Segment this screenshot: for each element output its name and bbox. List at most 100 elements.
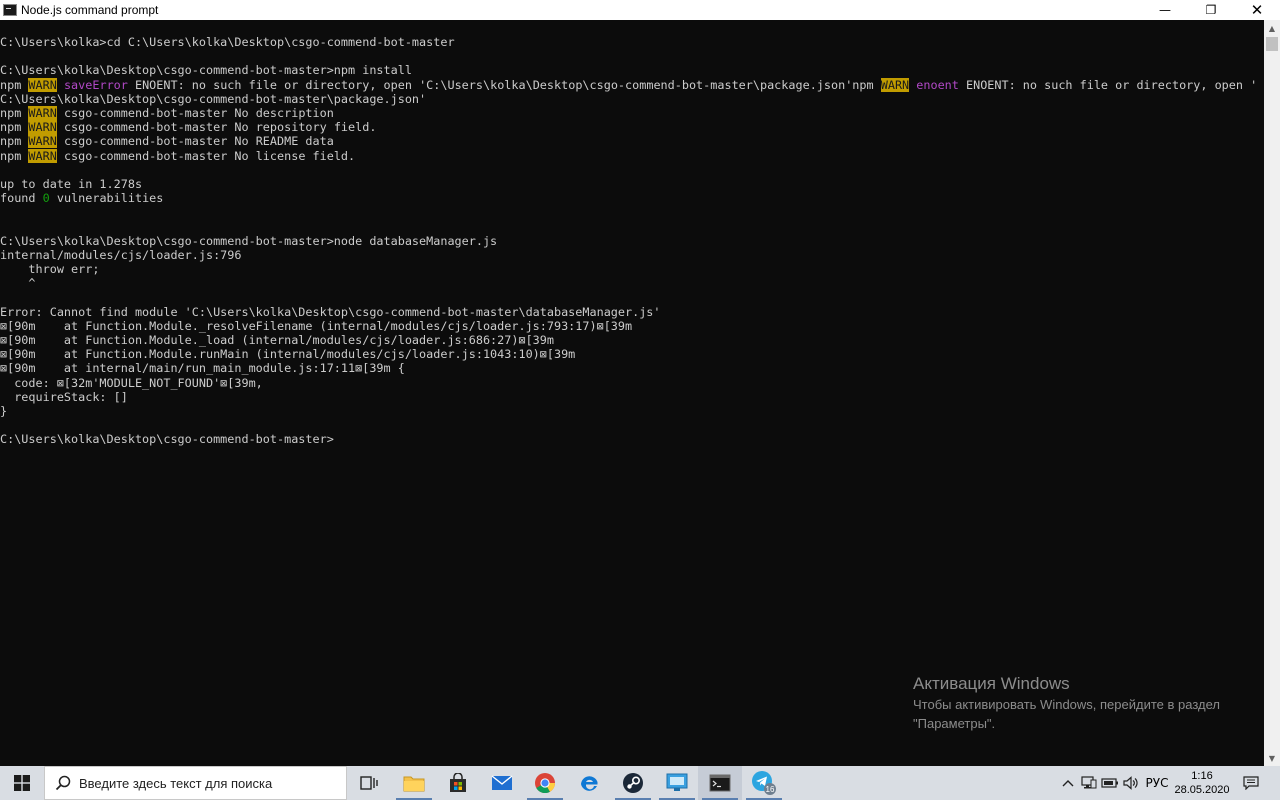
watermark-title: Активация Windows	[913, 674, 1070, 693]
console-line: Error: Cannot find module 'C:\Users\kolk…	[0, 305, 1264, 319]
taskbar: Введите здесь текст для поиска 16 РУС 1:…	[0, 766, 1280, 800]
console-text: internal/modules/cjs/loader.js:796	[0, 247, 242, 262]
start-button[interactable]	[0, 766, 44, 800]
notification-icon	[1243, 776, 1259, 790]
tray-network[interactable]	[1079, 766, 1099, 800]
console-text: C:\Users\kolka\Desktop\csgo-commend-bot-…	[0, 233, 498, 248]
tray-language[interactable]: РУС	[1143, 766, 1171, 800]
console-text: C:\Users\kolka\Desktop\csgo-commend-bot-…	[0, 63, 412, 78]
window-title: Node.js command prompt	[21, 3, 159, 17]
console-line: ⊠[90m at Function.Module.runMain (intern…	[0, 347, 1264, 361]
action-center-button[interactable]	[1238, 766, 1264, 800]
warn-label: WARN	[28, 105, 57, 120]
taskbar-remote-desktop[interactable]	[655, 766, 699, 800]
search-icon	[55, 775, 71, 791]
tray-volume[interactable]	[1121, 766, 1141, 800]
tray-show-hidden-icon[interactable]	[1058, 766, 1078, 800]
warn-label: WARN	[28, 134, 57, 149]
console-text: csgo-commend-bot-master No license field…	[56, 148, 356, 163]
taskbar-clock[interactable]: 1:16 28.05.2020	[1170, 766, 1234, 800]
scroll-thumb[interactable]	[1266, 37, 1278, 51]
console-line: }	[0, 404, 1264, 418]
console-line: C:\Users\kolka\Desktop\csgo-commend-bot-…	[0, 432, 1264, 446]
taskbar-search-box[interactable]: Введите здесь текст для поиска	[44, 766, 347, 800]
telegram-badge: 16	[766, 785, 775, 794]
taskbar-telegram[interactable]: 16	[742, 766, 786, 800]
battery-icon	[1101, 778, 1118, 788]
taskbar-chrome[interactable]	[523, 766, 567, 800]
terminal-icon	[709, 774, 731, 792]
console-text: npm	[0, 77, 29, 92]
console-text: csgo-commend-bot-master No repository fi…	[56, 120, 377, 135]
monitor-app-icon	[666, 773, 688, 791]
console-line: up to date in 1.278s	[0, 177, 1264, 191]
console-line: C:\Users\kolka>cd C:\Users\kolka\Desktop…	[0, 35, 1264, 49]
console-text: ⊠[90m at internal/main/run_main_module.j…	[0, 361, 405, 376]
console-text: csgo-commend-bot-master No description	[56, 105, 334, 120]
console-line: ⊠[90m at Function.Module._load (internal…	[0, 333, 1264, 347]
console-text: ENOENT: no such file or directory, open …	[958, 77, 1258, 92]
taskbar-edge[interactable]	[567, 766, 611, 800]
console-text: npm	[0, 134, 29, 149]
console-text: ENOENT: no such file or directory, open …	[127, 77, 881, 92]
edge-icon	[581, 776, 598, 791]
chevron-up-icon	[1062, 780, 1074, 787]
scroll-down-arrow-icon[interactable]: ▼	[1264, 750, 1280, 766]
console-text: npm	[0, 148, 29, 163]
console-text: requireStack: []	[0, 389, 128, 404]
cmd-app-icon	[3, 4, 17, 16]
taskbar-store[interactable]	[436, 766, 480, 800]
clock-date: 28.05.2020	[1174, 784, 1230, 796]
taskbar-steam[interactable]	[611, 766, 655, 800]
taskbar-file-explorer[interactable]	[392, 766, 436, 800]
console-text: Error: Cannot find module 'C:\Users\kolk…	[0, 304, 661, 319]
console-text: up to date in 1.278s	[0, 176, 143, 191]
task-view-button[interactable]	[347, 766, 391, 800]
console-line: C:\Users\kolka\Desktop\csgo-commend-bot-…	[0, 63, 1264, 77]
console-line: C:\Users\kolka\Desktop\csgo-commend-bot-…	[0, 92, 1264, 106]
console-text: csgo-commend-bot-master No README data	[56, 134, 334, 149]
telegram-icon: 16	[752, 771, 776, 795]
console-text: ^	[0, 276, 36, 291]
minimize-button[interactable]: —	[1142, 0, 1188, 20]
console-text: C:\Users\kolka\Desktop\csgo-commend-bot-…	[0, 432, 334, 447]
console-line: npm WARN csgo-commend-bot-master No lice…	[0, 148, 1264, 163]
console-text: vulnerabilities	[49, 191, 164, 206]
scroll-up-arrow-icon[interactable]: ▲	[1264, 20, 1280, 36]
store-bag-icon	[450, 773, 466, 792]
console-line: internal/modules/cjs/loader.js:796	[0, 248, 1264, 262]
console-line: found 0 vulnerabilities	[0, 191, 1264, 205]
watermark-line2: "Параметры".	[913, 716, 996, 731]
console-line: npm WARN csgo-commend-bot-master No READ…	[0, 134, 1264, 149]
console-output[interactable]: C:\Users\kolka>cd C:\Users\kolka\Desktop…	[0, 20, 1264, 766]
console-line: ⊠[90m at Function.Module._resolveFilenam…	[0, 319, 1264, 333]
chrome-icon	[535, 773, 556, 794]
console-line: npm WARN csgo-commend-bot-master No repo…	[0, 120, 1264, 135]
console-line: npm WARN saveError ENOENT: no such file …	[0, 77, 1264, 92]
console-text: ⊠[90m at Function.Module._load (internal…	[0, 332, 554, 347]
task-view-icon	[360, 776, 378, 790]
clock-time: 1:16	[1191, 770, 1213, 782]
close-button[interactable]: ✕	[1234, 0, 1280, 20]
console-scrollbar[interactable]: ▲ ▼	[1264, 20, 1280, 766]
steam-icon	[623, 773, 643, 793]
console-line: requireStack: []	[0, 390, 1264, 404]
console-line: npm WARN csgo-commend-bot-master No desc…	[0, 105, 1264, 120]
console-text: npm	[0, 120, 29, 135]
maximize-button[interactable]: ❐	[1188, 0, 1234, 20]
console-line: throw err;	[0, 262, 1264, 276]
window-titlebar[interactable]: Node.js command prompt — ❐ ✕	[0, 0, 1280, 20]
console-text: C:\Users\kolka>cd C:\Users\kolka\Desktop…	[0, 35, 455, 49]
warn-label: WARN	[880, 77, 910, 92]
console-line: ⊠[90m at internal/main/run_main_module.j…	[0, 361, 1264, 375]
taskbar-mail[interactable]	[480, 766, 524, 800]
console-text: ⊠[90m at Function.Module._resolveFilenam…	[0, 318, 633, 333]
tray-battery[interactable]	[1100, 766, 1120, 800]
network-icon	[1081, 776, 1097, 789]
taskbar-node-cmd[interactable]	[698, 766, 742, 800]
warn-label: WARN	[28, 148, 57, 163]
window-controls: — ❐ ✕	[1142, 0, 1280, 20]
